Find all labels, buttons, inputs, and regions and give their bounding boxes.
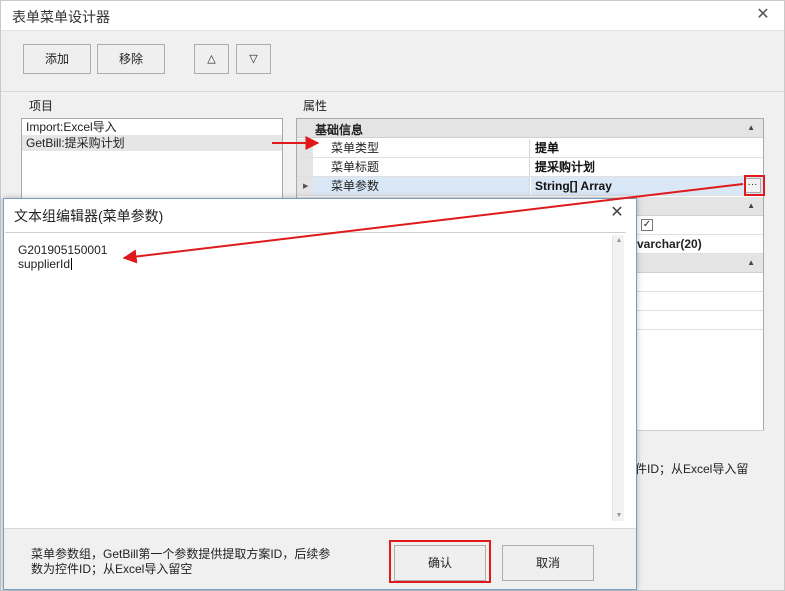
items-label: 项目 (29, 99, 54, 113)
text-editor[interactable]: G201905150001 supplierId (5, 232, 626, 525)
dialog-title: 文本组编辑器(菜单参数) (14, 208, 164, 224)
vertical-scrollbar[interactable]: ▲ ▼ (612, 235, 624, 521)
window-title: 表单菜单设计器 (12, 9, 110, 25)
close-icon[interactable]: ✕ (754, 6, 772, 24)
property-name: 菜单类型 (313, 139, 530, 157)
property-value[interactable]: 提单 (531, 139, 763, 157)
dialog-footer: 菜单参数组，GetBill第一个参数提供提取方案ID，后续参数为控件ID；从Ex… (4, 528, 636, 589)
property-value[interactable]: varchar(20) (637, 235, 702, 253)
text-line: supplierId (18, 257, 73, 271)
scroll-up-icon[interactable]: ▲ (613, 237, 625, 244)
expand-arrow-icon[interactable]: ▶ (303, 182, 308, 190)
property-name: 菜单参数 (313, 177, 530, 195)
move-up-button[interactable]: △ (194, 44, 229, 74)
list-item[interactable]: GetBill:提采购计划 (22, 135, 282, 151)
menu-item-list[interactable]: Import:Excel导入 GetBill:提采购计划 (21, 118, 283, 208)
window-titlebar: 表单菜单设计器 ✕ (1, 1, 784, 31)
annotation-box (389, 540, 491, 583)
property-category[interactable]: 基础信息 ▲ (297, 119, 763, 138)
collapse-caret-icon[interactable]: ▲ (747, 123, 755, 132)
property-value[interactable]: 提采购计划 (531, 158, 763, 176)
scroll-down-icon[interactable]: ▼ (613, 512, 625, 519)
list-item[interactable]: Import:Excel导入 (22, 119, 282, 135)
text-line: G201905150001 (18, 243, 108, 257)
dialog-titlebar: 文本组编辑器(菜单参数) ✕ (4, 199, 636, 230)
properties-label: 属性 (303, 99, 328, 113)
add-button[interactable]: 添加 (23, 44, 91, 74)
property-name: 菜单标题 (313, 158, 530, 176)
property-description: 件ID；从Excel导入留 (635, 462, 749, 476)
collapse-caret-icon[interactable]: ▲ (747, 201, 755, 210)
property-row[interactable]: 菜单类型 提单 (297, 139, 763, 158)
move-down-button[interactable]: ▽ (236, 44, 271, 74)
property-value[interactable]: String[] Array (531, 177, 763, 195)
checkbox[interactable]: ✓ (641, 219, 653, 231)
remove-button[interactable]: 移除 (97, 44, 165, 74)
toolbar-divider (1, 91, 784, 92)
editor-text[interactable]: G201905150001 supplierId (18, 243, 107, 271)
text-caret (71, 258, 73, 270)
category-label: 基础信息 (315, 123, 364, 137)
cancel-button[interactable]: 取消 (502, 545, 594, 581)
collapse-caret-icon[interactable]: ▲ (747, 258, 755, 267)
string-array-editor-dialog: 文本组编辑器(菜单参数) ✕ G201905150001 supplierId … (3, 198, 637, 590)
property-row[interactable]: 菜单标题 提采购计划 (297, 158, 763, 177)
property-row[interactable]: ▶ 菜单参数 String[] Array ··· (297, 177, 763, 196)
annotation-box (744, 175, 765, 196)
hint-text: 菜单参数组，GetBill第一个参数提供提取方案ID，后续参数为控件ID；从Ex… (31, 547, 331, 576)
close-icon[interactable]: ✕ (608, 204, 626, 222)
